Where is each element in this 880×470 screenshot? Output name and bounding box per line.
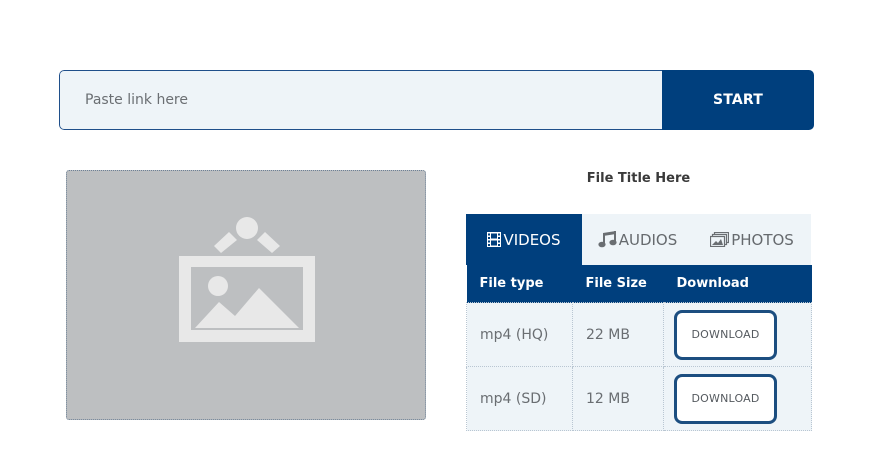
file-type-cell: mp4 (SD) (466, 366, 573, 431)
download-button-sd[interactable]: DOWNLOAD (674, 373, 777, 424)
header-file-size: File Size (572, 265, 664, 303)
file-size-cell: 22 MB (572, 302, 664, 367)
thumbnail-preview (66, 170, 426, 420)
tab-audios-label: AUDIOS (618, 230, 678, 249)
download-button-hq[interactable]: DOWNLOAD (674, 309, 777, 360)
tab-audios[interactable]: AUDIOS (582, 214, 693, 265)
music-note-icon (598, 231, 617, 248)
file-size-cell: 12 MB (572, 366, 664, 431)
table-row: mp4 (SD) 12 MB DOWNLOAD (466, 366, 812, 431)
table-row: mp4 (HQ) 22 MB DOWNLOAD (466, 302, 812, 367)
download-cell: DOWNLOAD (663, 366, 812, 431)
image-placeholder-icon (179, 217, 315, 342)
download-table: File type File Size Download mp4 (HQ) 22… (466, 265, 812, 431)
file-title: File Title Here (586, 171, 691, 186)
photos-icon (710, 232, 730, 247)
media-tabs: VIDEOS AUDIOS PHOTOS (466, 214, 811, 265)
tab-photos-label: PHOTOS (731, 230, 794, 249)
header-file-type: File type (466, 265, 573, 303)
tab-videos-label: VIDEOS (503, 230, 561, 249)
tab-photos[interactable]: PHOTOS (693, 214, 811, 265)
download-cell: DOWNLOAD (663, 302, 812, 367)
link-input[interactable] (59, 70, 662, 130)
search-bar: START (59, 70, 814, 130)
file-type-cell: mp4 (HQ) (466, 302, 573, 367)
header-download: Download (663, 265, 812, 303)
film-icon (487, 232, 502, 247)
tab-videos[interactable]: VIDEOS (466, 214, 582, 265)
table-header-row: File type File Size Download (466, 265, 812, 303)
start-button[interactable]: START (662, 70, 814, 130)
